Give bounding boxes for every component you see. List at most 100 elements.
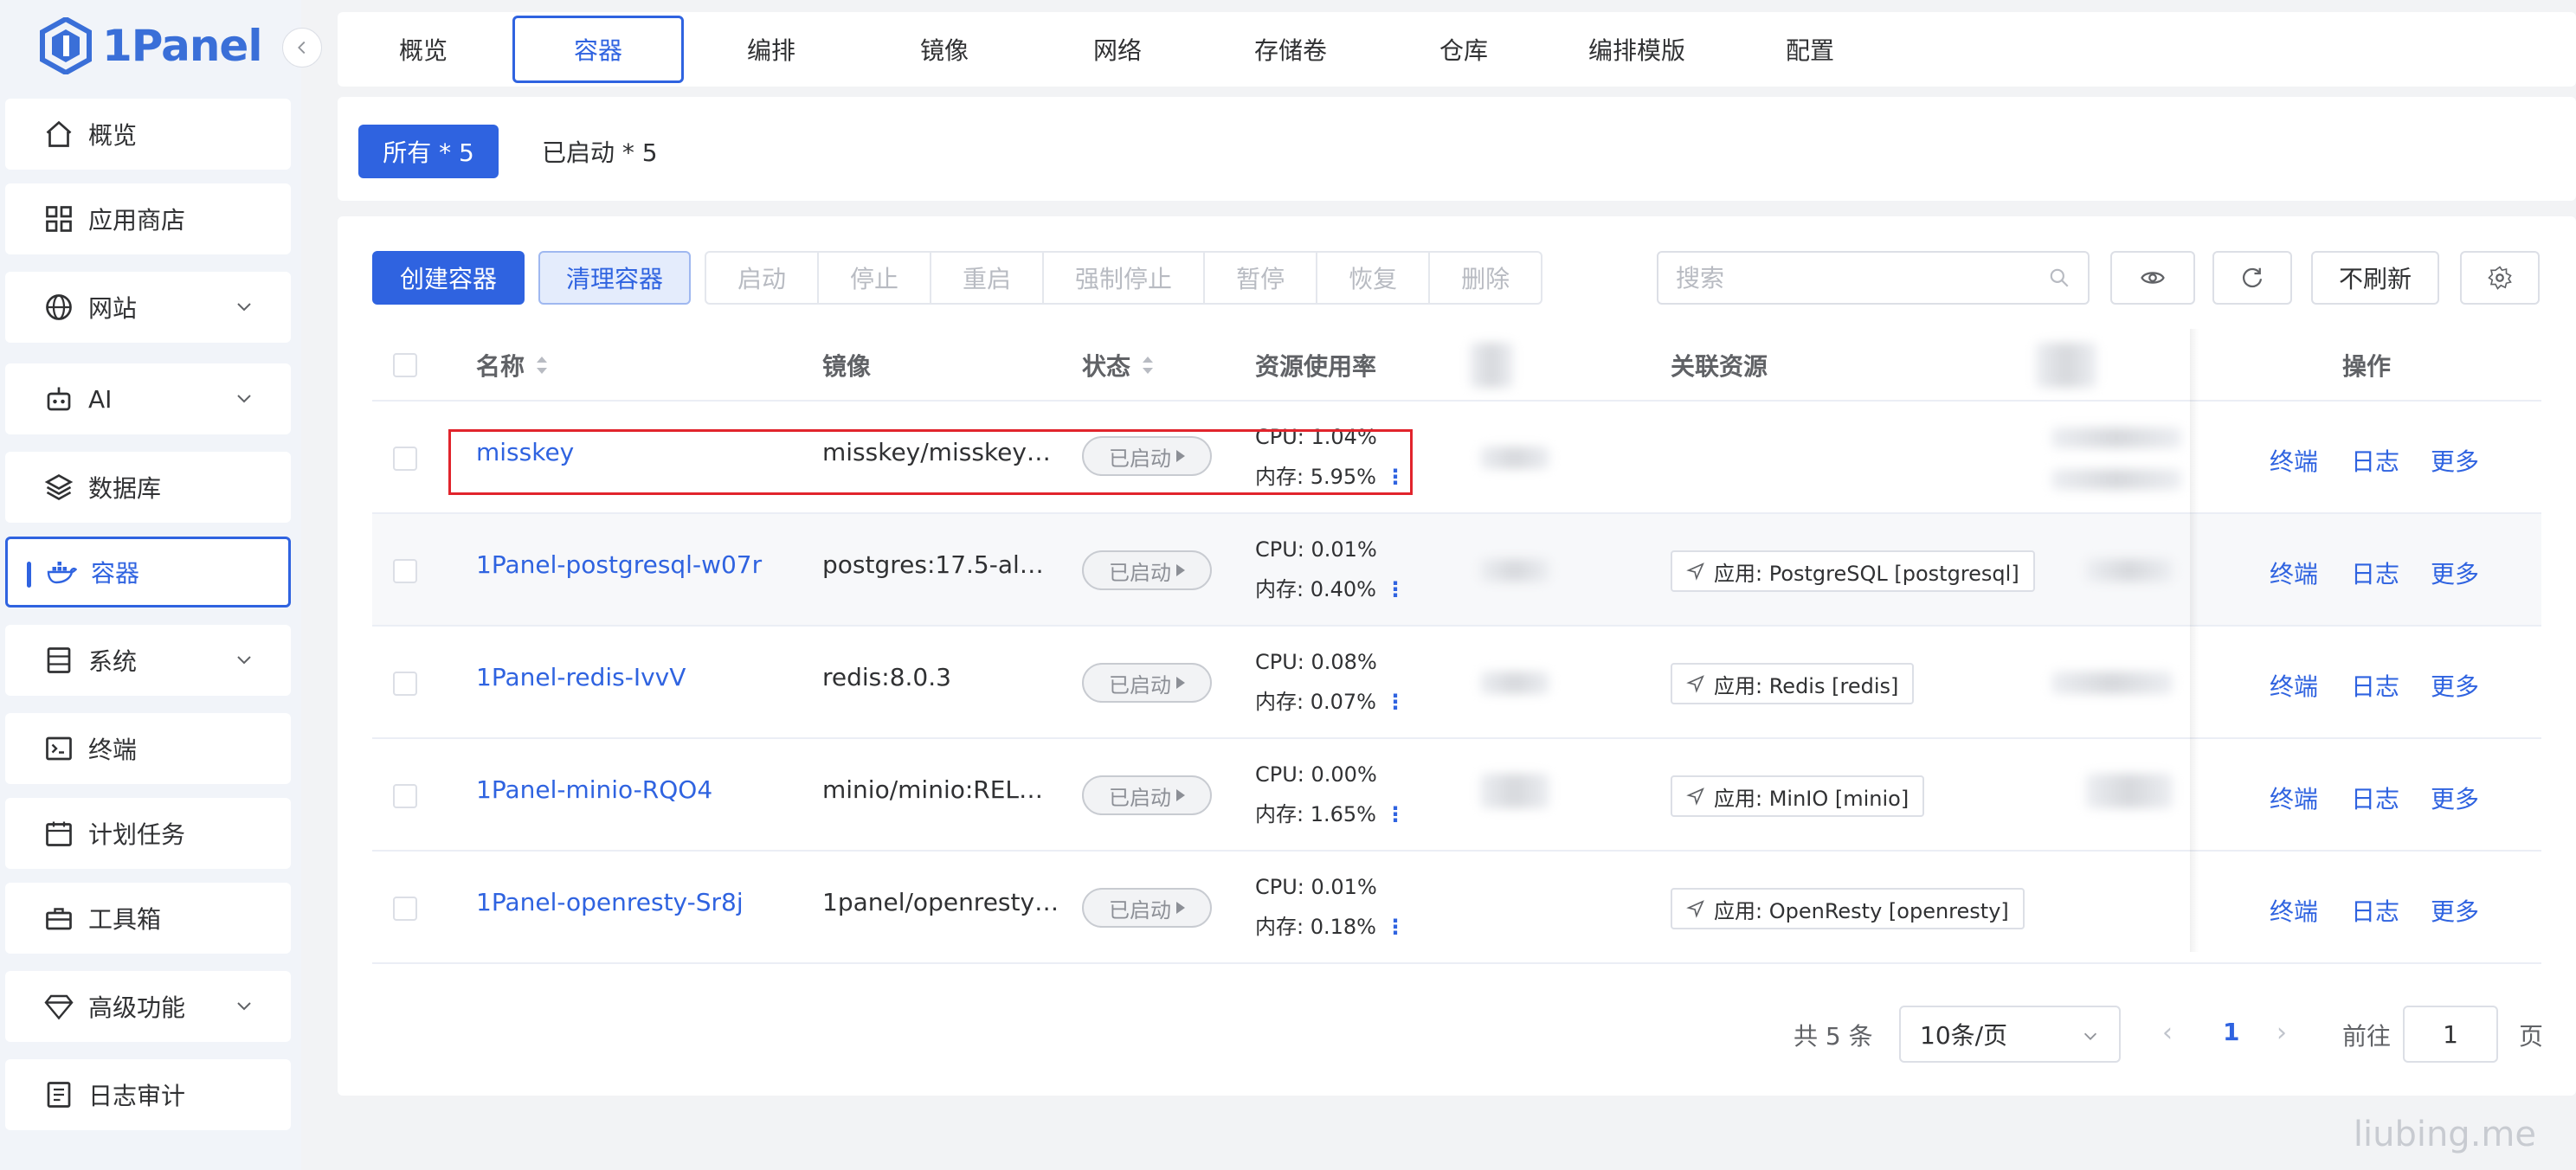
column-status-header[interactable]: 状态 [1082, 329, 1156, 402]
page-size-value: 10条/页 [1920, 1021, 2008, 1050]
log-link[interactable]: 日志 [2351, 443, 2399, 478]
more-link[interactable]: 更多 [2431, 893, 2479, 928]
related-resource-tag[interactable]: 应用: MinIO [minio] [1671, 775, 1925, 817]
blurred-cell [2086, 559, 2173, 582]
terminal-link[interactable]: 终端 [2270, 668, 2318, 703]
status-badge[interactable]: 已启动 [1082, 888, 1212, 928]
sidebar-item-system[interactable]: 系统 [5, 625, 291, 696]
log-link[interactable]: 日志 [2351, 781, 2399, 815]
next-page-button[interactable]: › [2277, 1018, 2287, 1048]
sidebar-item-ai[interactable]: AI [5, 363, 291, 434]
container-name-link[interactable]: 1Panel-openresty-Sr8j [476, 888, 744, 916]
tab-compose[interactable]: 编排 [686, 16, 857, 83]
row-checkbox[interactable] [393, 672, 417, 696]
sidebar-item-terminal[interactable]: 终端 [5, 713, 291, 784]
more-usage-icon[interactable]: ⋮ [1385, 915, 1406, 939]
header-label: 状态 [1082, 352, 1131, 381]
related-resource-tag[interactable]: 应用: PostgreSQL [postgresql] [1671, 550, 2035, 592]
auto-refresh-select[interactable]: 不刷新 [2311, 251, 2439, 305]
gear-icon [2488, 266, 2512, 290]
more-usage-icon[interactable]: ⋮ [1385, 690, 1406, 714]
tab-settings[interactable]: 配置 [1724, 16, 1896, 83]
log-link[interactable]: 日志 [2351, 556, 2399, 590]
delete-button[interactable]: 删除 [1430, 253, 1541, 303]
resume-button[interactable]: 恢复 [1317, 253, 1431, 303]
sidebar-item-website[interactable]: 网站 [5, 272, 291, 343]
more-usage-icon[interactable]: ⋮ [1385, 802, 1406, 826]
more-usage-icon[interactable]: ⋮ [1385, 577, 1406, 601]
select-all-checkbox[interactable] [393, 353, 417, 377]
container-name-link[interactable]: 1Panel-postgresql-w07r [476, 550, 762, 579]
sidebar-item-toolbox[interactable]: 工具箱 [5, 883, 291, 954]
prev-page-button[interactable]: ‹ [2162, 1018, 2173, 1048]
eye-icon [2141, 272, 2165, 284]
sidebar-item-label: 终端 [88, 736, 138, 764]
force-stop-button[interactable]: 强制停止 [1044, 253, 1206, 303]
pagination-total: 共 5 条 [1794, 1022, 1873, 1051]
table-settings-button[interactable] [2460, 251, 2540, 305]
filter-all-button[interactable]: 所有 * 5 [358, 125, 499, 178]
more-link[interactable]: 更多 [2431, 668, 2479, 703]
tab-repository[interactable]: 仓库 [1378, 16, 1549, 83]
container-name-link[interactable]: 1Panel-redis-IvvV [476, 663, 686, 691]
page-size-select[interactable]: 10条/页 [1899, 1006, 2121, 1063]
row-checkbox[interactable] [393, 784, 417, 808]
restart-button[interactable]: 重启 [931, 253, 1045, 303]
container-name-link[interactable]: 1Panel-minio-RQO4 [476, 775, 712, 804]
status-badge[interactable]: 已启动 [1082, 550, 1212, 590]
related-resource-tag[interactable]: 应用: Redis [redis] [1671, 663, 1915, 704]
tab-overview[interactable]: 概览 [338, 16, 509, 83]
column-name-header[interactable]: 名称 [476, 329, 551, 402]
toggle-visibility-button[interactable] [2110, 251, 2195, 305]
refresh-button[interactable] [2212, 251, 2292, 305]
status-badge[interactable]: 已启动 [1082, 663, 1212, 703]
tab-image[interactable]: 镜像 [859, 16, 1030, 83]
log-link[interactable]: 日志 [2351, 893, 2399, 928]
sidebar-item-audit-log[interactable]: 日志审计 [5, 1059, 291, 1130]
app-logo[interactable]: 1Panel [40, 16, 262, 76]
toolbox-icon [42, 901, 76, 935]
terminal-icon [42, 731, 76, 766]
sidebar-item-container[interactable]: 容器 [5, 537, 291, 608]
create-container-button[interactable]: 创建容器 [372, 251, 525, 305]
sidebar-item-database[interactable]: 数据库 [5, 452, 291, 523]
collapse-sidebar-button[interactable] [282, 28, 322, 68]
column-image-header: 镜像 [822, 352, 872, 381]
terminal-link[interactable]: 终端 [2270, 443, 2318, 478]
stop-button[interactable]: 停止 [819, 253, 932, 303]
blurred-header [2036, 343, 2096, 388]
more-link[interactable]: 更多 [2431, 443, 2479, 478]
current-page[interactable]: 1 [2223, 1018, 2239, 1046]
robot-icon [42, 382, 76, 416]
play-icon [1176, 789, 1185, 801]
tab-compose-template[interactable]: 编排模版 [1551, 16, 1723, 83]
row-checkbox[interactable] [393, 447, 417, 471]
log-link[interactable]: 日志 [2351, 668, 2399, 703]
related-resource-tag[interactable]: 应用: OpenResty [openresty] [1671, 888, 2025, 929]
more-link[interactable]: 更多 [2431, 556, 2479, 590]
clean-container-button[interactable]: 清理容器 [538, 251, 691, 305]
status-badge[interactable]: 已启动 [1082, 775, 1212, 815]
page-suffix: 页 [2519, 1022, 2544, 1051]
play-icon [1176, 902, 1185, 914]
filter-running-button[interactable]: 已启动 * 5 [542, 125, 658, 178]
pause-button[interactable]: 暂停 [1205, 253, 1318, 303]
tab-container[interactable]: 容器 [512, 16, 684, 83]
sidebar-item-app-store[interactable]: 应用商店 [5, 183, 291, 254]
tab-volume[interactable]: 存储卷 [1205, 16, 1376, 83]
terminal-link[interactable]: 终端 [2270, 556, 2318, 590]
fixed-column-shadow [2190, 329, 2199, 952]
sidebar-item-advanced[interactable]: 高级功能 [5, 971, 291, 1042]
sidebar-item-overview[interactable]: 概览 [5, 99, 291, 170]
sidebar: 1Panel 概览 应用商店 网站 AI 数据库 容器 系统 终端 计划任务 工… [0, 0, 322, 1170]
sidebar-item-cron[interactable]: 计划任务 [5, 798, 291, 869]
tab-network[interactable]: 网络 [1032, 16, 1203, 83]
search-input[interactable] [1676, 263, 2048, 292]
row-checkbox[interactable] [393, 897, 417, 921]
row-checkbox[interactable] [393, 559, 417, 583]
goto-page-input[interactable]: 1 [2403, 1006, 2498, 1063]
terminal-link[interactable]: 终端 [2270, 781, 2318, 815]
terminal-link[interactable]: 终端 [2270, 893, 2318, 928]
more-link[interactable]: 更多 [2431, 781, 2479, 815]
start-button[interactable]: 启动 [706, 253, 820, 303]
